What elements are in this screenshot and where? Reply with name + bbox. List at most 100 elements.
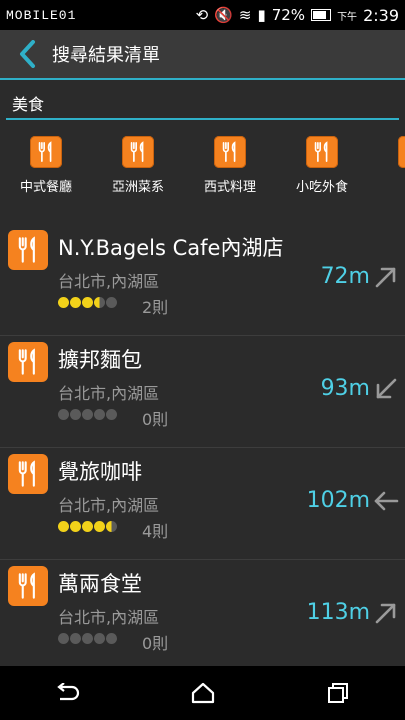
mute-icon: 🔇 <box>214 6 233 24</box>
rating-crown-icon <box>106 409 117 420</box>
rating-crown-icon <box>82 521 93 532</box>
rating-crown-icon <box>70 409 81 420</box>
clock: 2:39 <box>363 5 399 25</box>
review-count: 2則 <box>142 298 169 317</box>
rating-crown-icon <box>70 633 81 644</box>
review-count: 0則 <box>142 634 169 653</box>
home-icon <box>191 682 214 704</box>
back-arrow-icon <box>56 683 79 701</box>
search-input[interactable]: 美食 <box>6 88 399 120</box>
carrier-label: MOBILE01 <box>6 7 77 23</box>
result-row[interactable]: 覺旅咖啡 台北市,內湖區 4則 102m <box>0 448 405 560</box>
category-label: 中式餐廳 <box>19 180 72 195</box>
result-row[interactable]: 萬兩食堂 台北市,內湖區 0則 113m <box>0 560 405 672</box>
ampm-label: 下午 <box>337 11 358 23</box>
rating-stars <box>58 297 117 308</box>
rating-crown-icon <box>82 409 93 420</box>
rating-crown-icon <box>106 521 117 532</box>
restaurant-icon <box>8 342 48 382</box>
category-item[interactable]: 西式料理 <box>184 136 276 200</box>
result-name: 萬兩食堂 <box>58 572 142 596</box>
category-icon <box>30 136 62 168</box>
category-strip: 中式餐廳 亞洲菜系 西式料理 小吃外食 速 <box>0 132 405 200</box>
rating-crown-icon <box>94 521 105 532</box>
distance-label: 72m <box>320 264 370 289</box>
utensils-icon <box>130 141 144 162</box>
rating-crown-icon <box>70 297 81 308</box>
search-row: 美食 <box>0 88 405 132</box>
rating-crown-icon <box>70 521 81 532</box>
restaurant-icon <box>8 566 48 606</box>
distance-label: 102m <box>306 488 370 513</box>
result-list: N.Y.Bagels Cafe內湖店 台北市,內湖區 2則 72m 擴邦麵包 台… <box>0 224 405 672</box>
rating-crown-icon <box>94 409 105 420</box>
signal-icon: ▮ <box>257 6 266 24</box>
utensils-icon <box>38 141 52 162</box>
result-name: 覺旅咖啡 <box>58 460 142 484</box>
review-count: 0則 <box>142 410 169 429</box>
nav-back-button[interactable] <box>48 673 88 713</box>
category-item[interactable]: 速 <box>368 136 405 200</box>
rating-crown-icon <box>58 297 69 308</box>
result-row[interactable]: 擴邦麵包 台北市,內湖區 0則 93m <box>0 336 405 448</box>
rating-stars <box>58 521 117 532</box>
category-icon <box>122 136 154 168</box>
utensils-icon <box>18 572 35 599</box>
battery-percent: 72% <box>271 6 306 24</box>
chevron-left-icon <box>20 40 35 68</box>
rating-crown-icon <box>106 297 117 308</box>
distance-label: 113m <box>306 600 370 625</box>
status-icons: ⟲ 🔇 ≋ ▮ 72% 下午 2:39 <box>196 6 399 25</box>
rating-crown-icon <box>94 633 105 644</box>
utensils-icon <box>314 141 328 162</box>
utensils-icon <box>18 236 35 263</box>
utensils-icon <box>18 348 35 375</box>
rating-stars <box>58 409 117 420</box>
category-icon <box>214 136 246 168</box>
result-name: 擴邦麵包 <box>58 348 142 372</box>
category-label: 亞洲菜系 <box>111 180 164 195</box>
rating-crown-icon <box>82 633 93 644</box>
result-address: 台北市,內湖區 <box>58 496 160 515</box>
category-item[interactable]: 中式餐廳 <box>0 136 92 200</box>
result-row[interactable]: N.Y.Bagels Cafe內湖店 台北市,內湖區 2則 72m <box>0 224 405 336</box>
wifi-icon: ≋ <box>238 6 252 24</box>
result-address: 台北市,內湖區 <box>58 272 160 291</box>
nav-home-button[interactable] <box>183 673 223 713</box>
rating-crown-icon <box>82 297 93 308</box>
category-icon <box>398 136 405 168</box>
category-icon <box>306 136 338 168</box>
direction-arrow-icon <box>375 267 396 288</box>
category-label: 小吃外食 <box>295 180 348 195</box>
nav-bar <box>0 666 405 720</box>
utensils-icon <box>222 141 236 162</box>
battery-icon <box>311 9 332 21</box>
rating-crown-icon <box>94 297 105 308</box>
restaurant-icon <box>8 454 48 494</box>
result-address: 台北市,內湖區 <box>58 608 160 627</box>
app-header: 搜尋結果清單 <box>0 30 405 80</box>
nav-recents-button[interactable] <box>318 673 358 713</box>
utensils-icon <box>18 460 35 487</box>
status-bar: MOBILE01 ⟲ 🔇 ≋ ▮ 72% 下午 2:39 <box>0 0 405 30</box>
rating-crown-icon <box>106 633 117 644</box>
rating-stars <box>58 633 117 644</box>
page-title: 搜尋結果清單 <box>52 45 160 66</box>
result-name: N.Y.Bagels Cafe內湖店 <box>58 236 284 260</box>
restaurant-icon <box>8 230 48 270</box>
category-item[interactable]: 小吃外食 <box>276 136 368 200</box>
distance-label: 93m <box>320 376 370 401</box>
sync-icon: ⟲ <box>195 6 209 24</box>
rating-crown-icon <box>58 409 69 420</box>
recent-apps-icon <box>327 683 348 703</box>
rating-crown-icon <box>58 633 69 644</box>
category-label: 西式料理 <box>203 180 256 195</box>
rating-crown-icon <box>58 521 69 532</box>
direction-arrow-icon <box>375 603 396 624</box>
result-address: 台北市,內湖區 <box>58 384 160 403</box>
direction-arrow-icon <box>376 378 397 399</box>
review-count: 4則 <box>142 522 169 541</box>
direction-arrow-icon <box>374 491 399 511</box>
category-item[interactable]: 亞洲菜系 <box>92 136 184 200</box>
back-button[interactable] <box>12 39 42 69</box>
